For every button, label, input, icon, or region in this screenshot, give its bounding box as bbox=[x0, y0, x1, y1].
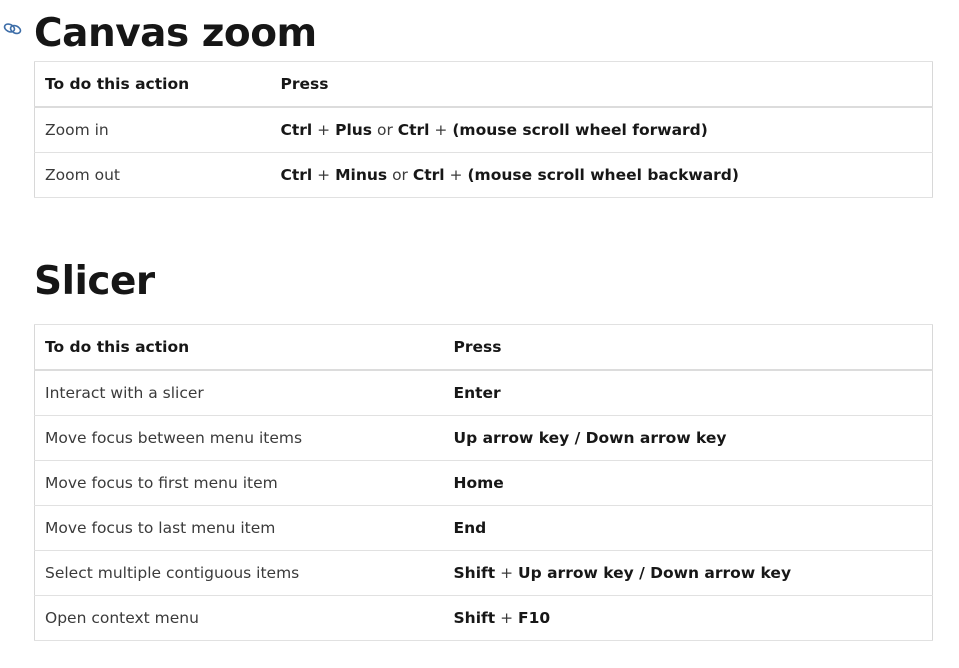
key-separator: or bbox=[387, 166, 413, 184]
shortcut-cell: Enter bbox=[443, 369, 933, 416]
key-label: Enter bbox=[453, 384, 501, 402]
action-cell: Move focus to first menu item bbox=[34, 460, 444, 506]
table-row: Select multiple contiguous items Shift + … bbox=[34, 550, 933, 596]
table-header-row: To do this action Press bbox=[34, 61, 933, 108]
link-icon[interactable] bbox=[2, 20, 24, 36]
key-separator: + bbox=[495, 564, 519, 582]
table-row: Open context menu Shift + F10 bbox=[34, 595, 933, 641]
table-row: Interact with a slicer Enter bbox=[34, 369, 933, 416]
column-header-action: To do this action bbox=[34, 61, 271, 108]
slicer-heading: Slicer bbox=[34, 259, 155, 304]
key-label: Ctrl bbox=[280, 121, 313, 139]
key-separator: + bbox=[495, 609, 519, 627]
key-label: Ctrl bbox=[280, 166, 313, 184]
canvas-zoom-table: To do this action Press Zoom in Ctrl + Pl… bbox=[34, 61, 933, 198]
shortcut-cell: Ctrl + Plus or Ctrl + (mouse scroll whee… bbox=[270, 106, 933, 153]
key-label: Plus bbox=[335, 121, 373, 139]
key-label: Shift bbox=[453, 609, 496, 627]
action-cell: Zoom in bbox=[34, 106, 271, 153]
shortcut-cell: End bbox=[443, 505, 933, 551]
canvas-zoom-heading: Canvas zoom bbox=[34, 11, 317, 56]
table-header-row: To do this action Press bbox=[34, 324, 933, 371]
key-label: F10 bbox=[518, 609, 551, 627]
shortcut-cell: Shift + F10 bbox=[443, 595, 933, 641]
key-label: Ctrl bbox=[397, 121, 430, 139]
key-label: (mouse scroll wheel forward) bbox=[452, 121, 708, 139]
key-label: Minus bbox=[335, 166, 388, 184]
action-cell: Move focus to last menu item bbox=[34, 505, 444, 551]
key-separator: + bbox=[312, 121, 336, 139]
key-separator: + bbox=[444, 166, 468, 184]
key-label: Ctrl bbox=[412, 166, 445, 184]
action-cell: Zoom out bbox=[34, 152, 271, 198]
table-row: Move focus between menu items Up arrow ke… bbox=[34, 415, 933, 461]
table-row: Move focus to last menu item End bbox=[34, 505, 933, 551]
shortcut-cell: Up arrow key / Down arrow key bbox=[443, 415, 933, 461]
key-label: Home bbox=[453, 474, 504, 492]
key-label: Up arrow key / Down arrow key bbox=[518, 564, 792, 582]
shortcut-cell: Shift + Up arrow key / Down arrow key bbox=[443, 550, 933, 596]
table-row: Move focus to first menu item Home bbox=[34, 460, 933, 506]
action-cell: Open context menu bbox=[34, 595, 444, 641]
column-header-press: Press bbox=[443, 324, 933, 371]
key-label: End bbox=[453, 519, 487, 537]
key-separator: + bbox=[429, 121, 453, 139]
key-label: Shift bbox=[453, 564, 496, 582]
key-label: Up arrow key / Down arrow key bbox=[453, 429, 727, 447]
table-row: Zoom out Ctrl + Minus or Ctrl + (mouse sc… bbox=[34, 152, 933, 198]
key-separator: or bbox=[372, 121, 398, 139]
slicer-table: To do this action Press Interact with a … bbox=[34, 324, 933, 641]
key-separator: + bbox=[312, 166, 336, 184]
canvas-zoom-section: Canvas zoom To do this action Press Zoom… bbox=[34, 0, 933, 198]
table-row: Zoom in Ctrl + Plus or Ctrl + (mouse scro… bbox=[34, 106, 933, 153]
shortcut-cell: Ctrl + Minus or Ctrl + (mouse scroll whe… bbox=[270, 152, 933, 198]
shortcut-cell: Home bbox=[443, 460, 933, 506]
slicer-section: Slicer To do this action Press Interact … bbox=[34, 249, 933, 641]
column-header-action: To do this action bbox=[34, 324, 444, 371]
column-header-press: Press bbox=[270, 61, 933, 108]
action-cell: Interact with a slicer bbox=[34, 369, 444, 416]
action-cell: Select multiple contiguous items bbox=[34, 550, 444, 596]
key-label: (mouse scroll wheel backward) bbox=[467, 166, 739, 184]
action-cell: Move focus between menu items bbox=[34, 415, 444, 461]
